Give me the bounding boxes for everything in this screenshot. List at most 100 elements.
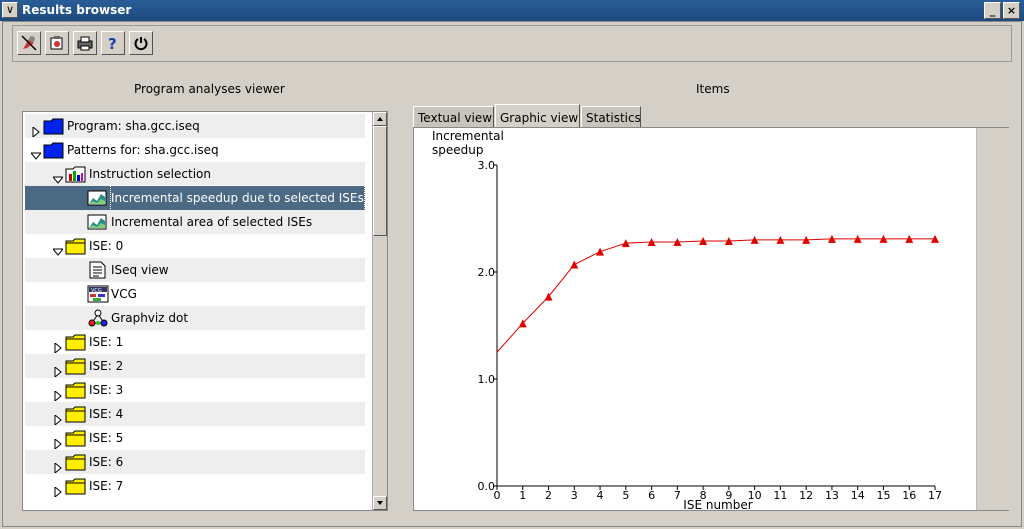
tree-item-label: ISeq view xyxy=(111,263,169,277)
svg-text:?: ? xyxy=(108,35,117,51)
expand-arrow-icon[interactable] xyxy=(53,337,63,355)
toolbar: ? xyxy=(12,25,1012,62)
tab-statistics[interactable]: Statistics xyxy=(581,106,641,128)
expand-arrow-icon[interactable] xyxy=(53,361,63,379)
expand-arrow-icon[interactable] xyxy=(53,409,63,427)
vcg-icon: VCG xyxy=(87,285,109,303)
scroll-down-button[interactable] xyxy=(373,496,387,510)
chart-folder-icon xyxy=(65,165,87,183)
x-tick-label: 7 xyxy=(674,489,681,502)
x-tick-label: 17 xyxy=(928,489,942,502)
tree-item-label: Graphviz dot xyxy=(111,311,189,325)
tree-item[interactable]: ISeq view xyxy=(25,258,365,282)
y-tick-label: 1.0 xyxy=(478,373,496,386)
blue-folder-icon xyxy=(43,117,65,135)
y-tick-label: 2.0 xyxy=(478,266,496,279)
expand-arrow-icon[interactable] xyxy=(53,433,63,451)
tree-item-label: ISE: 5 xyxy=(89,431,124,445)
tree-item-label: Instruction selection xyxy=(89,167,211,181)
power-icon xyxy=(134,37,148,51)
collapse-arrow-icon[interactable] xyxy=(51,169,65,184)
tree-item-label: ISE: 3 xyxy=(89,383,124,397)
data-point-marker xyxy=(570,260,579,269)
folder-icon xyxy=(65,477,87,495)
tab-textual-view[interactable]: Textual view xyxy=(413,106,494,128)
x-tick-label: 6 xyxy=(648,489,655,502)
tree-view[interactable]: Program: sha.gcc.iseq Patterns for: sha.g… xyxy=(22,111,388,511)
run-button[interactable] xyxy=(17,31,41,55)
blue-folder-icon xyxy=(43,141,65,159)
tree-item-label: ISE: 1 xyxy=(89,335,124,349)
tree-item-label: Incremental area of selected ISEs xyxy=(111,215,313,229)
tree-item[interactable]: Instruction selection xyxy=(25,162,365,186)
arrow-down-icon xyxy=(377,501,383,505)
tree-item[interactable]: ISE: 2 xyxy=(25,354,365,379)
y-tick-label: 0.0 xyxy=(478,480,496,493)
tree-item[interactable]: Incremental speedup due to selected ISEs xyxy=(25,185,365,211)
x-tick-label: 15 xyxy=(876,489,890,502)
tree-item-label: ISE: 7 xyxy=(89,479,124,493)
area-chart-icon xyxy=(87,189,109,207)
power-button[interactable] xyxy=(129,31,153,55)
expand-arrow-icon[interactable] xyxy=(53,385,63,403)
y-axis-label: speedup xyxy=(432,143,483,157)
export-button[interactable] xyxy=(45,31,69,55)
tree-item[interactable]: Patterns for: sha.gcc.iseq xyxy=(25,138,365,162)
series-line xyxy=(496,238,935,353)
collapse-arrow-icon[interactable] xyxy=(29,145,43,160)
x-tick-label: 11 xyxy=(773,489,787,502)
export-icon xyxy=(50,36,63,50)
graphviz-icon xyxy=(87,309,109,327)
tree-item[interactable]: Graphviz dot xyxy=(25,306,365,330)
tree-item[interactable]: ISE: 4 xyxy=(25,402,365,427)
svg-text:VCG: VCG xyxy=(91,288,102,294)
tab-graphic-view[interactable]: Graphic view xyxy=(495,104,580,128)
expand-arrow-icon[interactable] xyxy=(31,121,41,139)
tree-item[interactable]: Incremental area of selected ISEs xyxy=(25,210,365,234)
tree-item[interactable]: ISE: 3 xyxy=(25,378,365,403)
minimize-button[interactable]: _ xyxy=(984,2,1001,19)
folder-icon xyxy=(65,429,87,447)
scroll-thumb[interactable] xyxy=(373,126,387,236)
x-tick-label: 12 xyxy=(799,489,813,502)
x-tick-label: 4 xyxy=(597,489,604,502)
window-menu-icon[interactable]: ∨ xyxy=(2,2,18,18)
scroll-up-button[interactable] xyxy=(373,112,387,126)
tree-item[interactable]: Program: sha.gcc.iseq xyxy=(25,114,365,139)
document-icon xyxy=(87,261,109,279)
expand-arrow-icon[interactable] xyxy=(53,457,63,475)
folder-icon xyxy=(65,333,87,351)
close-button[interactable]: × xyxy=(1003,2,1020,19)
title-bar: ∨ Results browser _ × xyxy=(0,0,1024,21)
collapse-arrow-icon[interactable] xyxy=(51,241,65,256)
chart-area: 0.0 1.0 2.0 3.0 0 1 2 3 4 5 6 7 8 9 10 11 12 13 14 15 16 17 In… xyxy=(414,128,976,512)
tree-item[interactable]: ISE: 0 xyxy=(25,234,365,258)
folder-icon xyxy=(65,357,87,375)
items-header: Items xyxy=(696,82,730,96)
x-tick-label: 14 xyxy=(851,489,865,502)
x-tick-label: 0 xyxy=(494,489,501,502)
graphic-view-panel: 0.0 1.0 2.0 3.0 0 1 2 3 4 5 6 7 8 9 10 11 12 13 14 15 16 17 In… xyxy=(413,127,1009,512)
print-icon xyxy=(77,36,93,51)
tree-item[interactable]: ISE: 7 xyxy=(25,474,365,499)
folder-icon xyxy=(65,405,87,423)
tree-item[interactable]: ISE: 5 xyxy=(25,426,365,451)
folder-icon xyxy=(65,453,87,471)
expand-arrow-icon[interactable] xyxy=(53,481,63,499)
x-tick-label: 16 xyxy=(902,489,916,502)
tree-scrollbar[interactable] xyxy=(372,112,387,510)
tree-item[interactable]: ISE: 1 xyxy=(25,330,365,355)
folder-icon xyxy=(65,381,87,399)
x-axis-label: ISE number xyxy=(683,498,752,510)
help-button[interactable]: ? xyxy=(101,31,125,55)
help-icon: ? xyxy=(108,35,117,51)
print-button[interactable] xyxy=(73,31,97,55)
tree-item[interactable]: ISE: 6 xyxy=(25,450,365,475)
tree-item-label: VCG xyxy=(111,287,137,301)
panel-side-strip xyxy=(976,128,1009,510)
tree-item-label: ISE: 6 xyxy=(89,455,124,469)
y-tick-label: 3.0 xyxy=(478,159,496,172)
tree-item[interactable]: VCG VCG xyxy=(25,282,365,306)
speedup-chart: 0.01.02.03.00 1 2 3 4 5 6 7 8 9 10 11 12 13 14 15 16 17In… xyxy=(432,129,942,512)
tree-item-label: Patterns for: sha.gcc.iseq xyxy=(67,143,219,157)
